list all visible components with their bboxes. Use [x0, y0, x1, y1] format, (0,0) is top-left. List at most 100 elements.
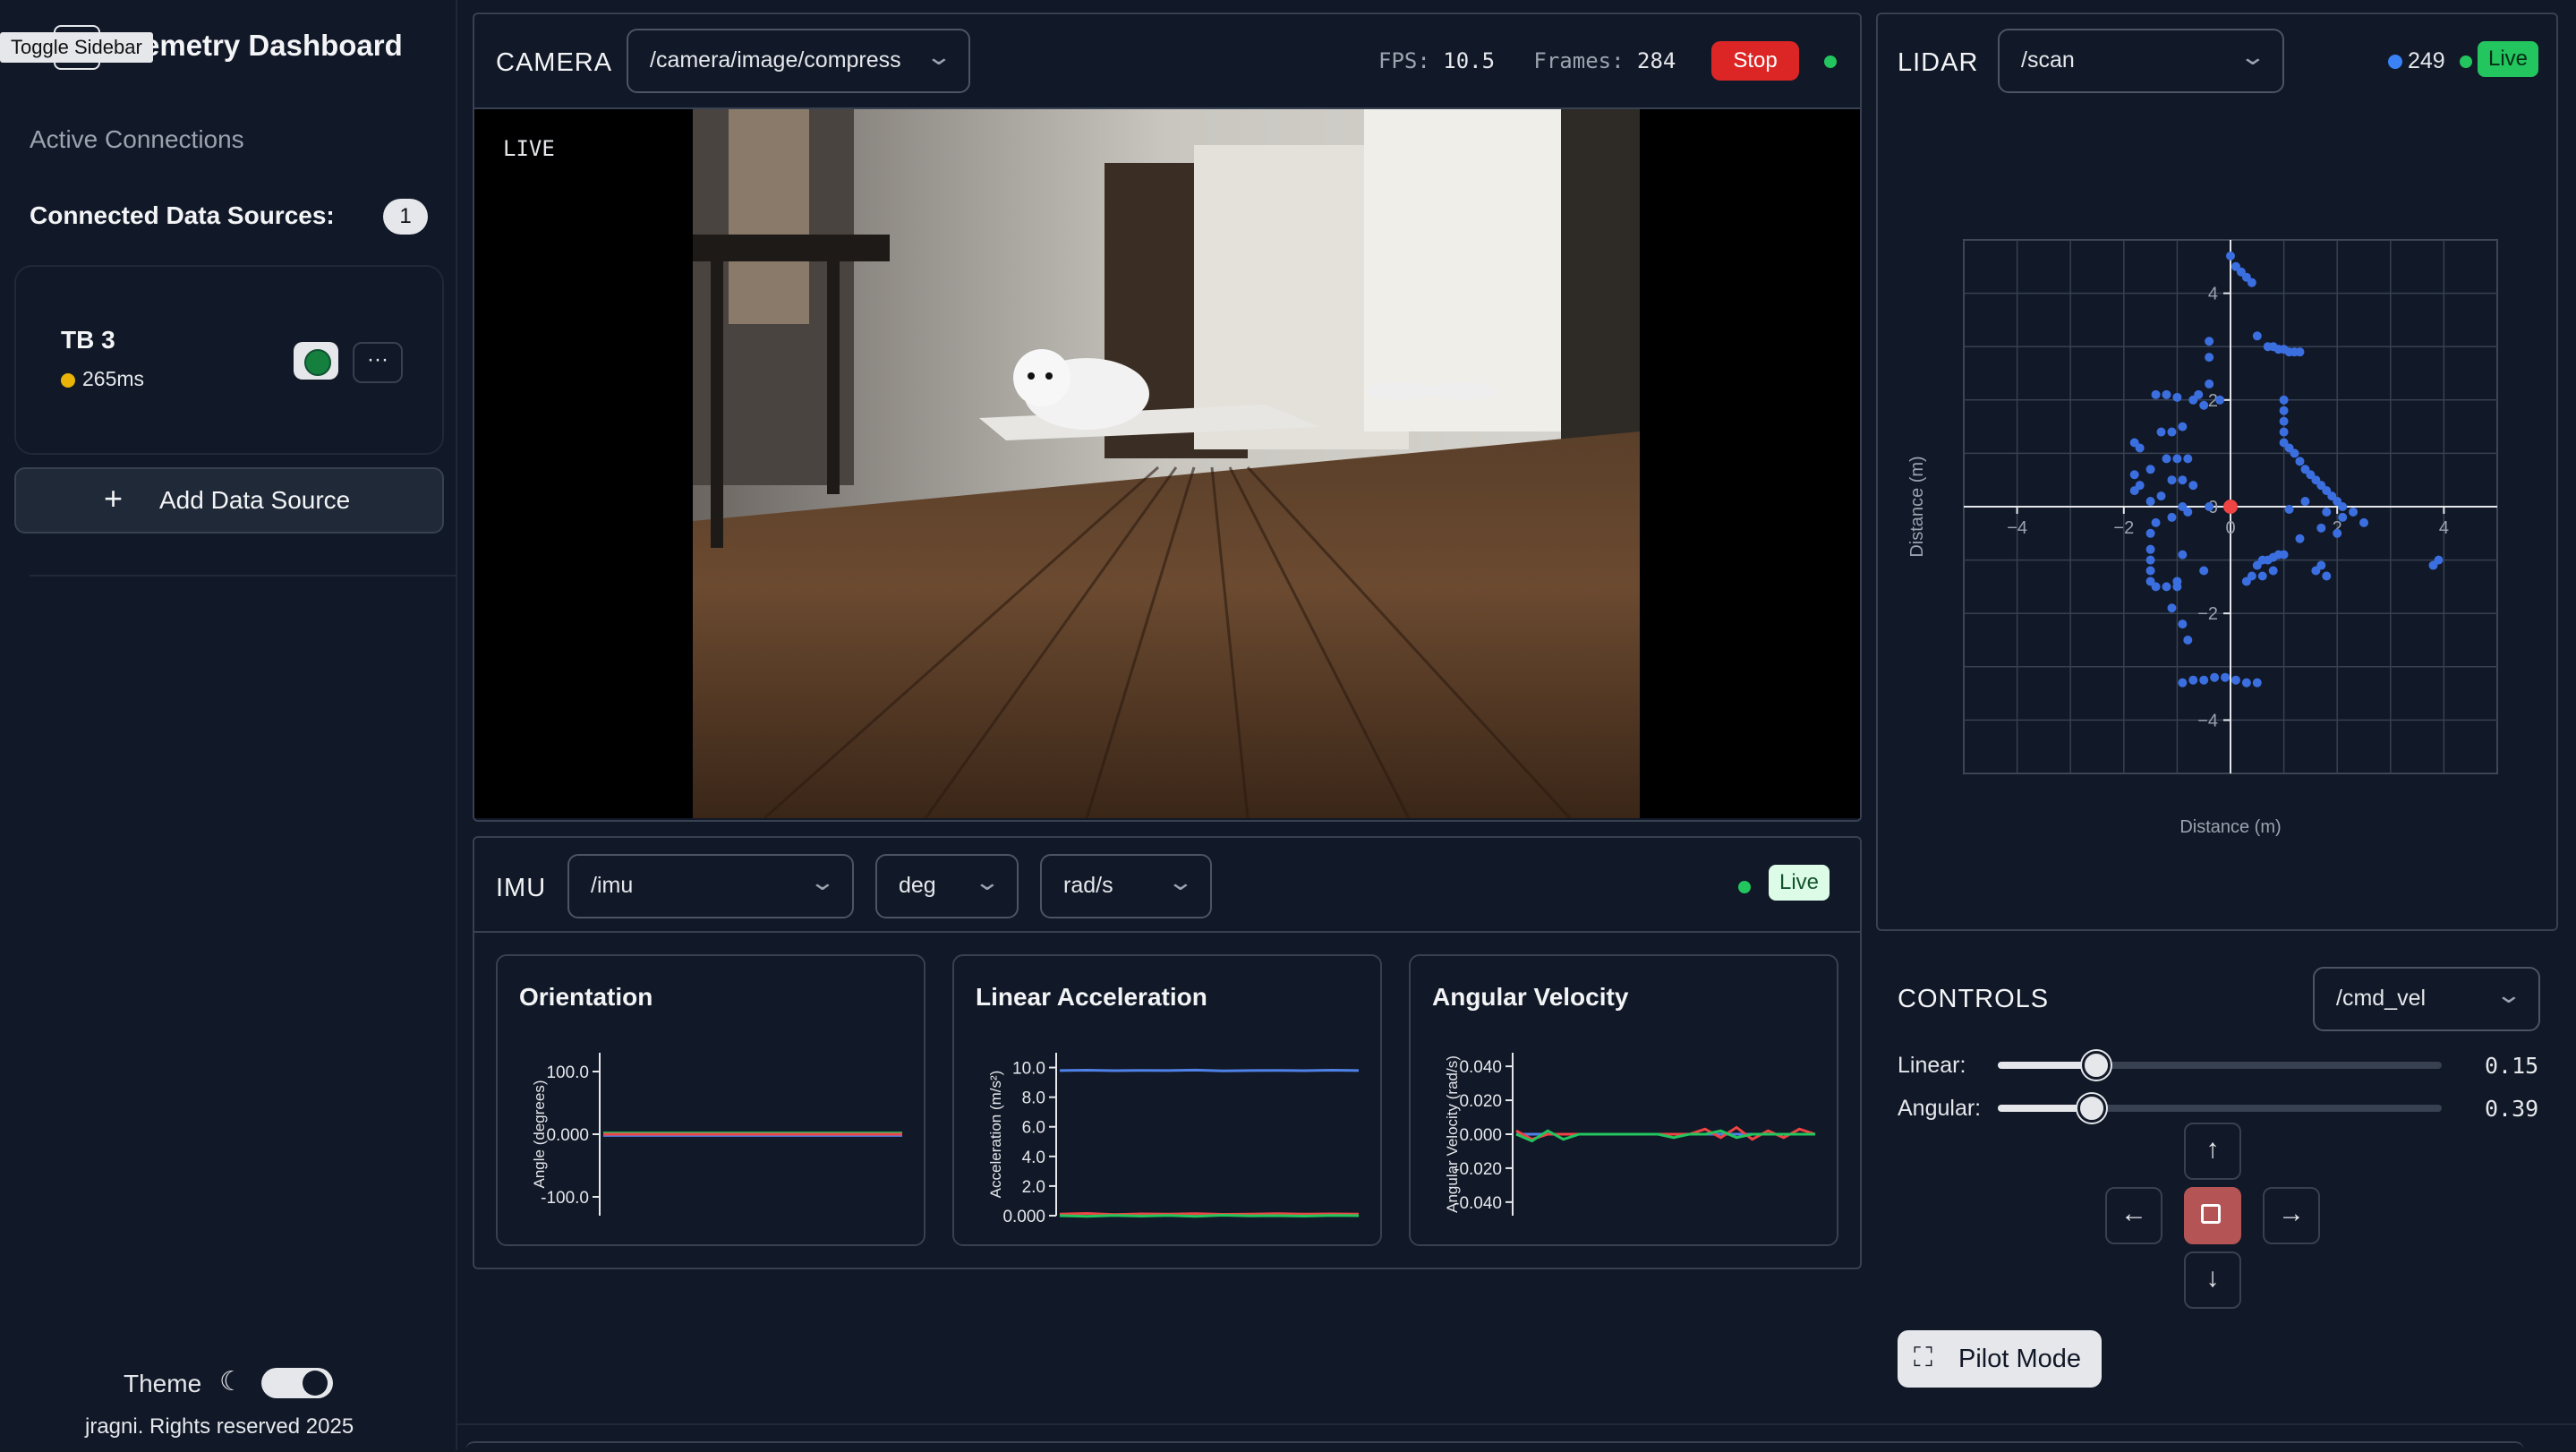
arrow-down-icon: ↓: [2205, 1263, 2220, 1293]
lidar-point: [2268, 566, 2278, 576]
left-button[interactable]: ←: [2105, 1187, 2162, 1244]
fullscreen-icon: ⛶: [1914, 1343, 1932, 1372]
lidar-point: [2359, 517, 2368, 527]
lidar-x-tick-label: 4: [2439, 518, 2449, 538]
camera-topic-value: /camera/image/compress: [650, 47, 901, 73]
imu-series-line: [1059, 1068, 1360, 1072]
lidar-origin-marker: [2223, 500, 2238, 514]
lidar-point: [2151, 582, 2161, 592]
camera-topic-select[interactable]: /camera/image/compress ⌄: [627, 29, 970, 93]
latency-dot-icon: [61, 372, 75, 388]
right-button[interactable]: →: [2263, 1187, 2320, 1244]
rate-unit-select[interactable]: rad/s ⌄: [1040, 854, 1212, 918]
lidar-point: [2199, 675, 2209, 685]
camera-live-dot-icon: [1824, 56, 1837, 68]
imu-topic-select[interactable]: /imu ⌄: [567, 854, 854, 918]
linear-acceleration-card: Linear Acceleration 10.0 8.0 6.0 4.0 2.0 0.00…: [952, 954, 1382, 1246]
lidar-point: [2205, 379, 2214, 389]
add-data-source-button[interactable]: + Add Data Source: [14, 467, 444, 534]
lidar-point: [2178, 475, 2188, 485]
stop-button[interactable]: [2184, 1187, 2241, 1244]
lidar-point: [2316, 560, 2326, 570]
lidar-point: [2178, 678, 2188, 688]
lidar-point: [2279, 427, 2289, 437]
forward-button[interactable]: ↑: [2184, 1123, 2241, 1180]
lidar-point: [2172, 577, 2182, 586]
camera-frame-image: [693, 109, 1640, 818]
lidar-point: [2183, 507, 2193, 517]
imu-series-line: [1059, 1211, 1360, 1217]
lidar-point: [2284, 504, 2294, 514]
data-source-card[interactable]: TB 3 265ms ···: [14, 265, 444, 455]
angular-velocity-title: Angular Velocity: [1432, 983, 1629, 1011]
lidar-point: [2151, 517, 2161, 527]
angle-unit-select[interactable]: deg ⌄: [875, 854, 1019, 918]
lidar-x-tick-label: −2: [2113, 518, 2134, 538]
more-options-button[interactable]: ···: [353, 342, 403, 383]
arrow-right-icon: →: [2278, 1199, 2305, 1228]
lidar-point: [2300, 497, 2310, 507]
imu-y-tick-label: 0.020: [1459, 1092, 1502, 1111]
bottom-panel-edge: [465, 1441, 2524, 1452]
frames-label: Frames:: [1533, 48, 1625, 73]
imu-y-tick-label: 100.0: [546, 1063, 589, 1082]
lidar-point: [2279, 550, 2289, 559]
imu-y-tick-label: 0.000: [546, 1126, 589, 1145]
lidar-point: [2145, 465, 2155, 474]
lidar-point: [2167, 603, 2177, 613]
fps-readout: FPS: 10.5 Frames: 284: [1378, 48, 1676, 73]
source-latency: 265ms: [61, 367, 144, 391]
lidar-point: [2322, 507, 2332, 517]
camera-video-feed: LIVE: [474, 109, 1860, 818]
camera-stop-button[interactable]: Stop: [1711, 41, 1799, 81]
imu-live-badge: Live: [1769, 865, 1830, 901]
lidar-point: [2338, 512, 2348, 522]
lidar-x-axis-label: Distance (m): [2179, 817, 2281, 837]
fps-label: FPS:: [1378, 48, 1430, 73]
orientation-chart: 100.0 0.000 -100.0Angle (degrees): [531, 1053, 902, 1216]
lidar-point: [2135, 443, 2145, 453]
lidar-point: [2279, 395, 2289, 405]
source-name: TB 3: [61, 326, 115, 354]
lidar-point: [2241, 577, 2251, 586]
lidar-y-tick-label: −4: [2197, 711, 2218, 730]
lidar-x-tick-label: −4: [2007, 518, 2027, 538]
connected-count-badge: 1: [383, 199, 428, 235]
moon-icon: ☾: [219, 1367, 243, 1396]
theme-toggle[interactable]: [261, 1368, 333, 1398]
lidar-point: [2167, 427, 2177, 437]
angle-unit-value: deg: [899, 873, 936, 898]
lidar-point: [2263, 555, 2273, 565]
angular-velocity-chart: 0.040 0.020 0.000 -0.020 -0.040Angular Veloc…: [1444, 1053, 1816, 1216]
lidar-point: [2145, 497, 2155, 507]
imu-y-tick-label: 0.040: [1459, 1058, 1502, 1077]
pilot-mode-button[interactable]: ⛶ Pilot Mode: [1898, 1330, 2102, 1388]
angular-label: Angular:: [1898, 1096, 1982, 1121]
linear-slider[interactable]: [1998, 1051, 2442, 1080]
stop-square-icon: [2201, 1204, 2221, 1224]
imu-y-tick-label: 6.0: [1022, 1119, 1045, 1138]
lidar-point: [2252, 331, 2262, 341]
lidar-y-tick-label: 4: [2208, 285, 2218, 304]
lidar-point: [2199, 566, 2209, 576]
lidar-point: [2279, 416, 2289, 426]
lidar-point: [2145, 528, 2155, 538]
chevron-down-icon: ⌄: [1166, 868, 1195, 895]
lidar-x-tick-label: 0: [2225, 518, 2235, 538]
orientation-card: Orientation 100.0 0.000 -100.0 Angle (degre…: [496, 954, 925, 1246]
cmd-vel-topic-select[interactable]: /cmd_vel ⌄: [2313, 967, 2540, 1031]
backward-button[interactable]: ↓: [2184, 1251, 2241, 1309]
lidar-point: [2316, 523, 2326, 533]
angular-slider[interactable]: [1998, 1094, 2442, 1123]
lidar-point: [2226, 251, 2235, 261]
imu-y-tick-label: 4.0: [1022, 1149, 1045, 1167]
angular-slider-handle[interactable]: [2077, 1094, 2107, 1123]
lidar-point: [2199, 400, 2209, 410]
add-data-source-label: Add Data Source: [159, 486, 351, 514]
linear-slider-handle[interactable]: [2082, 1051, 2111, 1080]
connection-status-button[interactable]: [294, 342, 338, 380]
copyright: jragni. Rights reserved 2025: [85, 1414, 354, 1439]
lidar-point: [2295, 347, 2305, 357]
lidar-point: [2322, 571, 2332, 581]
lidar-point: [2145, 544, 2155, 554]
